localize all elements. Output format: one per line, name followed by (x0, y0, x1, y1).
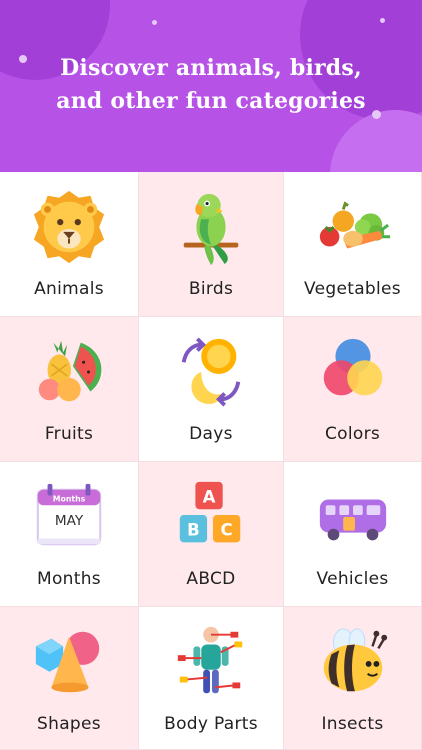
category-tile-shapes[interactable]: Shapes (0, 607, 139, 750)
block-letter-a: A (203, 487, 216, 506)
category-label: Insects (321, 714, 384, 734)
category-label: Vegetables (304, 279, 401, 299)
category-tile-vehicles[interactable]: Vehicles (284, 462, 422, 607)
headline-line-2: and other fun categories (56, 88, 366, 114)
category-tile-fruits[interactable]: Fruits (0, 317, 139, 462)
category-tile-vegetables[interactable]: Vegetables (284, 172, 422, 317)
category-label: Months (37, 569, 101, 589)
page-headline: Discover animals, birds, and other fun c… (0, 52, 422, 118)
alphabet-blocks-icon: A B C (179, 481, 241, 543)
category-tile-months[interactable]: Months MAY Months (0, 462, 139, 607)
body-parts-icon (177, 626, 243, 694)
parrot-icon (183, 193, 239, 266)
shapes-icon (35, 631, 100, 693)
category-label: Fruits (44, 424, 94, 444)
calendar-header-text: Months (53, 494, 86, 503)
category-label: Body Parts (164, 714, 258, 734)
banner-dot (380, 18, 385, 23)
category-tile-days[interactable]: Days (139, 317, 284, 462)
category-tile-animals[interactable]: Animals (0, 172, 139, 317)
banner-dot (152, 20, 157, 25)
bee-icon (323, 628, 387, 692)
color-circles-icon (323, 338, 382, 396)
lion-icon (33, 190, 105, 264)
category-tile-insects[interactable]: Insects (284, 607, 422, 750)
banner-decoration (330, 110, 422, 172)
bus-icon (319, 499, 386, 541)
category-label: ABCD (186, 569, 236, 589)
header-banner: Discover animals, birds, and other fun c… (0, 0, 422, 172)
category-tile-body-parts[interactable]: Body Parts (139, 607, 284, 750)
vegetables-icon (319, 201, 390, 249)
category-label: Animals (34, 279, 104, 299)
category-label: Birds (188, 279, 234, 299)
block-letter-c: C (221, 521, 233, 540)
fruits-icon (38, 340, 102, 402)
category-label: Days (189, 424, 233, 444)
category-label: Colors (324, 424, 381, 444)
category-label: Shapes (37, 714, 101, 734)
category-tile-abcd[interactable]: A B C ABCD (139, 462, 284, 607)
block-letter-b: B (187, 521, 200, 540)
calendar-icon: Months MAY (36, 483, 102, 546)
category-tile-birds[interactable]: Birds (139, 172, 284, 317)
category-grid: Animals Birds Vegetables Fruits Days Col… (0, 172, 422, 750)
category-label: Vehicles (316, 569, 389, 589)
calendar-month-text: MAY (55, 513, 84, 529)
day-night-icon (181, 337, 241, 407)
headline-line-1: Discover animals, birds, (60, 55, 362, 81)
category-tile-colors[interactable]: Colors (284, 317, 422, 462)
